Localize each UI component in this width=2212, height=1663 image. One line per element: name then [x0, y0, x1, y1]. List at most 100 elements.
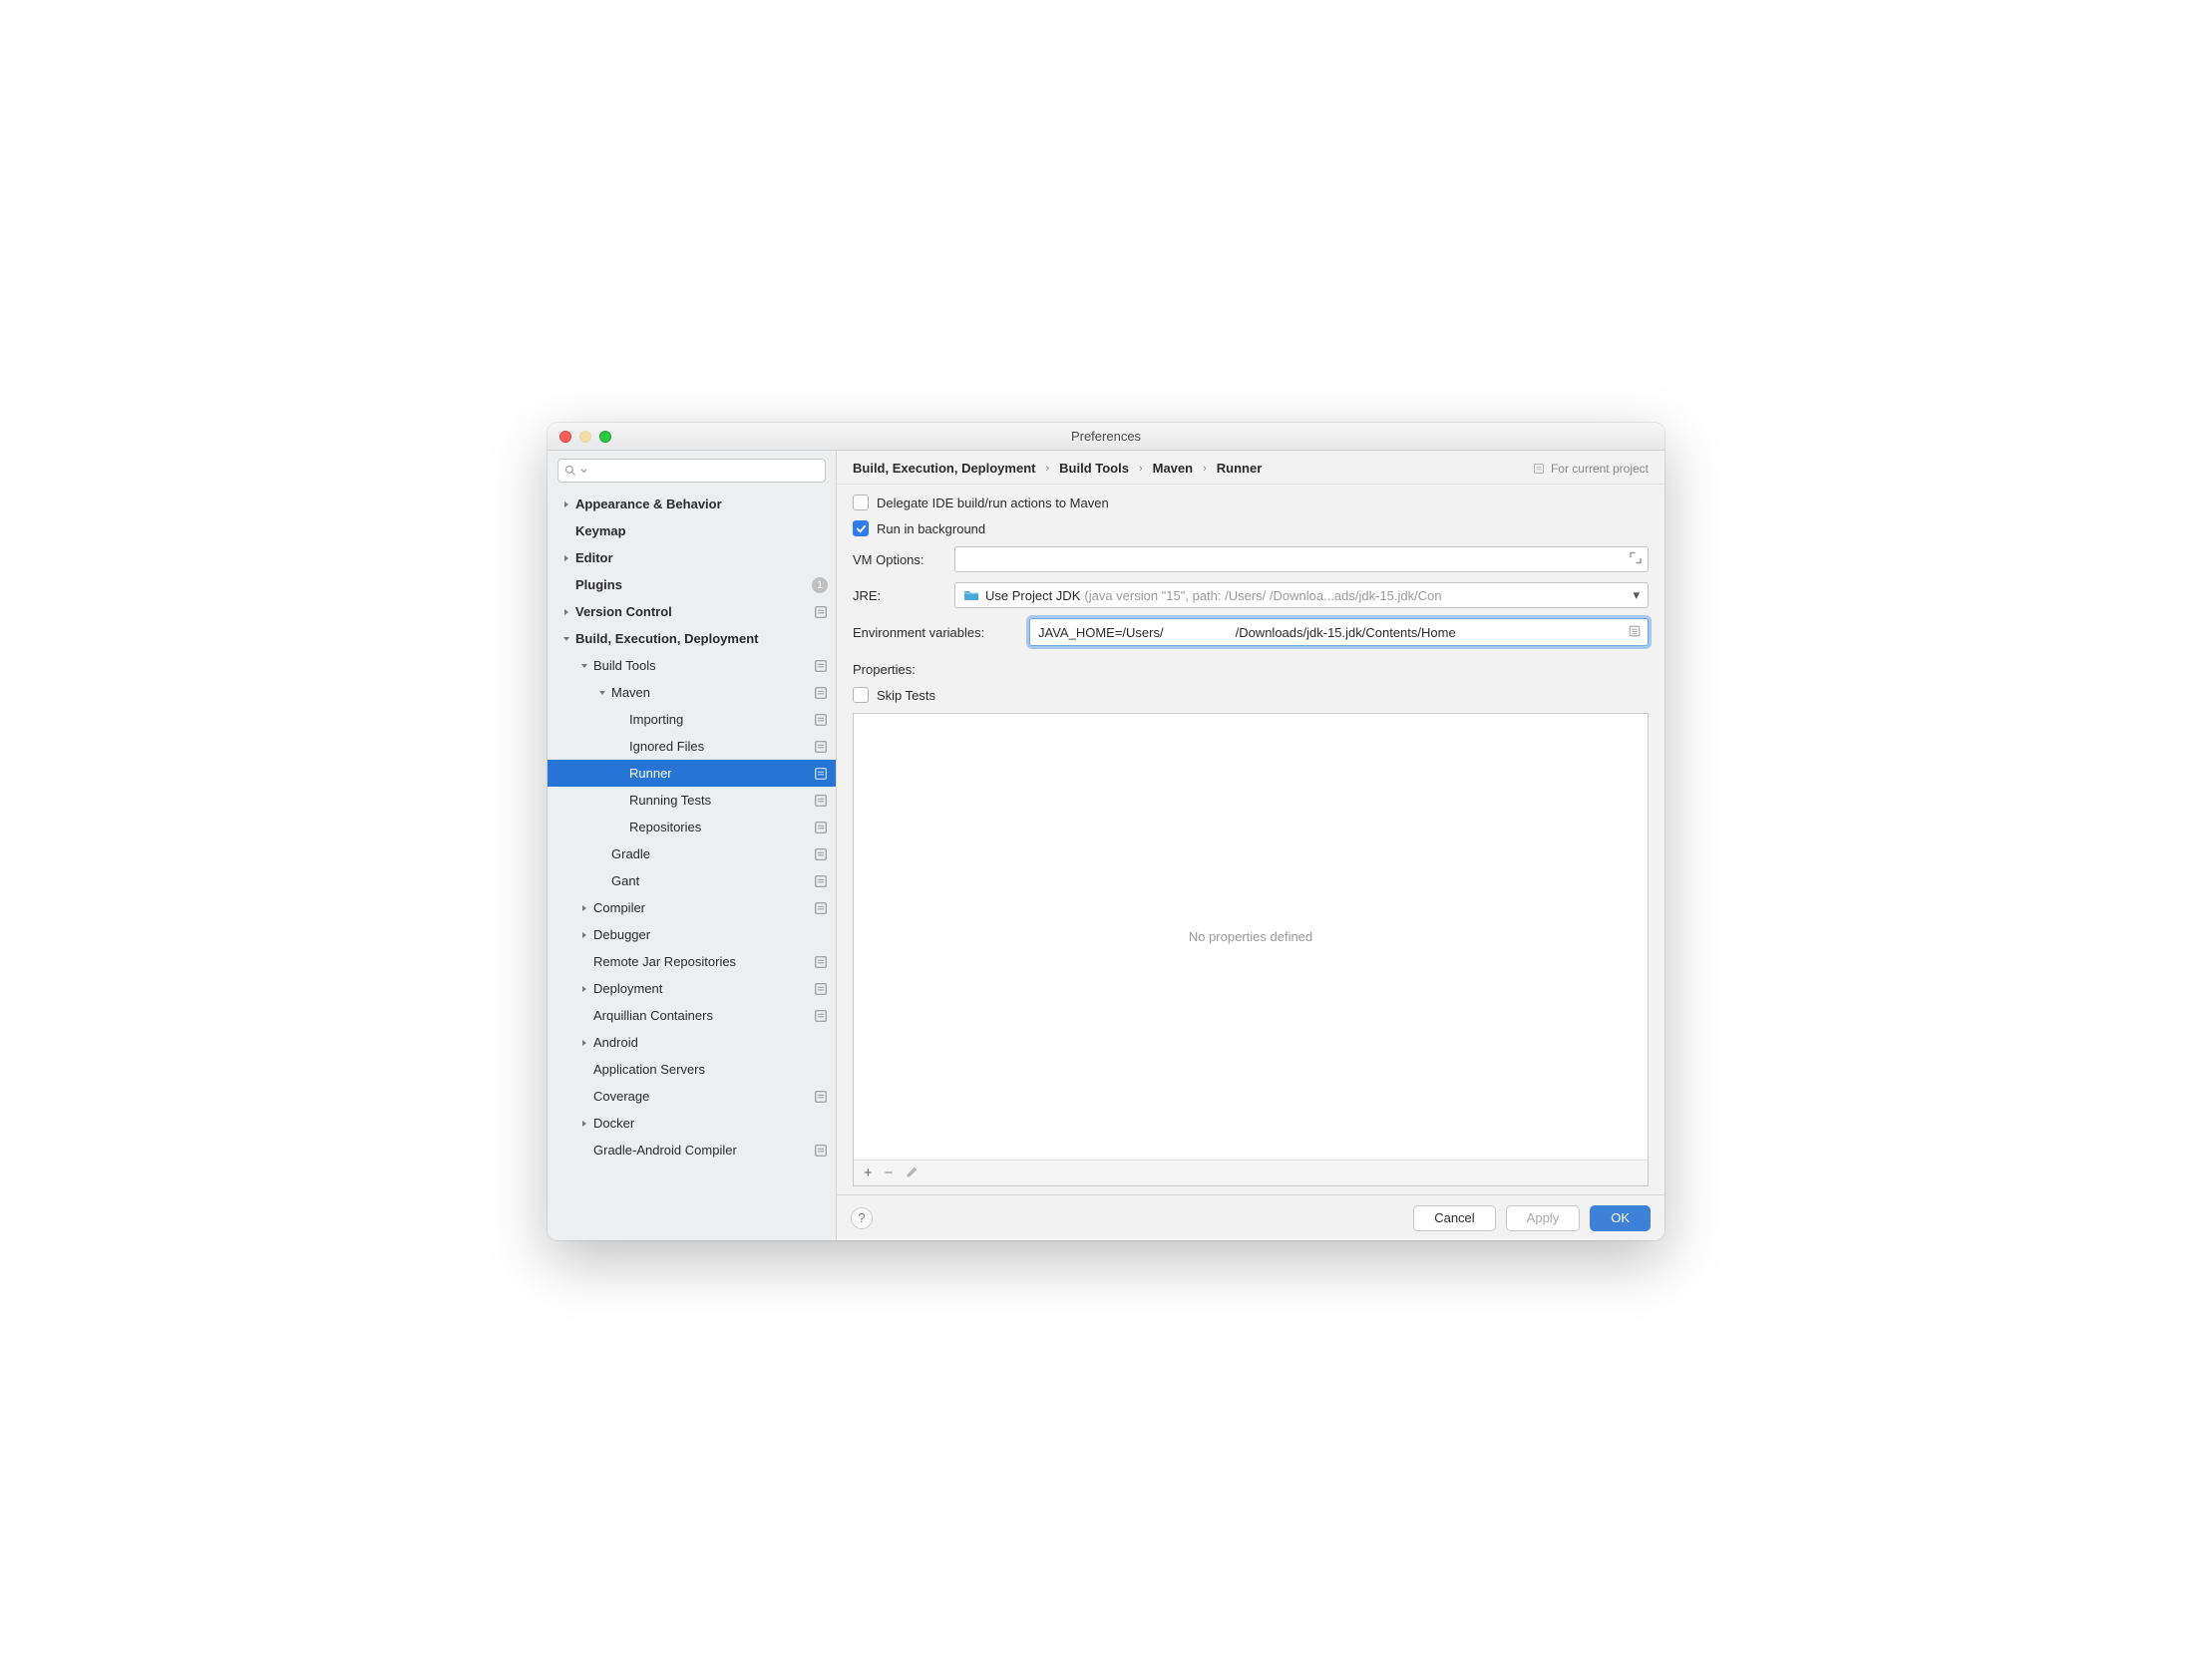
breadcrumb-part[interactable]: Build, Execution, Deployment	[853, 461, 1035, 476]
tree-item-label: Remote Jar Repositories	[593, 954, 810, 969]
breadcrumb-part[interactable]: Runner	[1217, 461, 1263, 476]
tree-item[interactable]: Gradle-Android Compiler	[548, 1137, 836, 1164]
tree-item-label: Compiler	[593, 900, 810, 915]
tree-item[interactable]: Coverage	[548, 1083, 836, 1110]
skip-tests-checkbox[interactable]	[853, 687, 869, 703]
tree-item[interactable]: Android	[548, 1029, 836, 1056]
window-title: Preferences	[548, 429, 1664, 444]
tree-item[interactable]: Running Tests	[548, 787, 836, 814]
tree-item-label: Deployment	[593, 981, 810, 996]
tree-item-label: Build, Execution, Deployment	[575, 631, 828, 646]
jre-dropdown[interactable]: Use Project JDK (java version "15", path…	[954, 582, 1649, 608]
tree-item[interactable]: Editor	[548, 544, 836, 571]
list-icon[interactable]	[1628, 624, 1642, 641]
chevron-right-icon[interactable]	[561, 554, 571, 562]
add-button[interactable]: +	[864, 1164, 873, 1181]
breadcrumb-part[interactable]: Maven	[1153, 461, 1193, 476]
tree-item[interactable]: Application Servers	[548, 1056, 836, 1083]
folder-icon	[963, 587, 979, 603]
search-input[interactable]	[557, 459, 826, 483]
sidebar: Appearance & BehaviorKeymapEditorPlugins…	[548, 451, 837, 1240]
tree-item[interactable]: Runner	[548, 760, 836, 787]
help-button[interactable]: ?	[851, 1207, 873, 1229]
redacted-text	[1164, 625, 1236, 639]
properties-toolbar: + −	[854, 1160, 1648, 1185]
tree-item[interactable]: Ignored Files	[548, 733, 836, 760]
tree-item[interactable]: Version Control	[548, 598, 836, 625]
tree-item[interactable]: Arquillian Containers	[548, 1002, 836, 1029]
chevron-down-icon[interactable]	[561, 635, 571, 643]
delegate-checkbox-row[interactable]: Delegate IDE build/run actions to Maven	[853, 495, 1649, 510]
tree-item[interactable]: Debugger	[548, 921, 836, 948]
vm-options-label: VM Options:	[853, 552, 942, 567]
tree-item[interactable]: Build Tools	[548, 652, 836, 679]
expand-icon[interactable]	[1630, 552, 1642, 567]
titlebar: Preferences	[548, 423, 1664, 451]
tree-item[interactable]: Deployment	[548, 975, 836, 1002]
tree-item-label: Keymap	[575, 523, 828, 538]
tree-item-label: Importing	[629, 712, 810, 727]
tree-item[interactable]: Repositories	[548, 814, 836, 840]
update-badge: 1	[812, 577, 828, 593]
chevron-right-icon[interactable]	[579, 904, 589, 912]
tree-item[interactable]: Gradle	[548, 840, 836, 867]
tree-item-label: Docker	[593, 1116, 828, 1131]
tree-item-label: Arquillian Containers	[593, 1008, 810, 1023]
env-vars-field[interactable]: JAVA_HOME=/Users/ /Downloads/jdk-15.jdk/…	[1029, 618, 1649, 646]
skip-tests-row[interactable]: Skip Tests	[853, 687, 1649, 703]
apply-button[interactable]: Apply	[1506, 1205, 1581, 1231]
edit-button[interactable]	[906, 1165, 919, 1181]
chevron-down-icon	[580, 468, 587, 475]
tree-item[interactable]: Remote Jar Repositories	[548, 948, 836, 975]
run-background-checkbox-row[interactable]: Run in background	[853, 520, 1649, 536]
ok-button[interactable]: OK	[1590, 1205, 1651, 1231]
tree-item[interactable]: Build, Execution, Deployment	[548, 625, 836, 652]
tree-item-label: Ignored Files	[629, 739, 810, 754]
breadcrumb: Build, Execution, Deployment › Build Too…	[837, 451, 1664, 485]
tree-item[interactable]: Keymap	[548, 517, 836, 544]
chevron-right-icon: ›	[1139, 463, 1143, 475]
tree-item-label: Coverage	[593, 1089, 810, 1104]
cancel-button[interactable]: Cancel	[1413, 1205, 1495, 1231]
tree-item-label: Appearance & Behavior	[575, 497, 828, 511]
main-panel: Build, Execution, Deployment › Build Too…	[837, 451, 1664, 1240]
chevron-right-icon: ›	[1203, 463, 1207, 475]
tree-item-label: Gradle	[611, 846, 810, 861]
run-background-label: Run in background	[877, 521, 985, 536]
chevron-right-icon[interactable]	[579, 931, 589, 939]
delegate-label: Delegate IDE build/run actions to Maven	[877, 496, 1109, 510]
tree-item[interactable]: Docker	[548, 1110, 836, 1137]
tree-item-label: Plugins	[575, 577, 808, 592]
chevron-down-icon[interactable]	[579, 662, 589, 670]
delegate-checkbox[interactable]	[853, 495, 869, 510]
jre-row: JRE: Use Project JDK (java version "15",…	[853, 582, 1649, 608]
chevron-right-icon[interactable]	[579, 1039, 589, 1047]
chevron-right-icon[interactable]	[579, 1120, 589, 1128]
properties-table[interactable]: No properties defined + −	[853, 713, 1649, 1186]
tree-item-label: Android	[593, 1035, 828, 1050]
chevron-right-icon[interactable]	[561, 500, 571, 508]
jre-label: JRE:	[853, 588, 942, 603]
tree-item-label: Version Control	[575, 604, 810, 619]
vm-options-row: VM Options:	[853, 546, 1649, 572]
skip-tests-label: Skip Tests	[877, 688, 935, 703]
tree-item-label: Debugger	[593, 927, 828, 942]
env-vars-label: Environment variables:	[853, 625, 1017, 640]
chevron-right-icon[interactable]	[579, 985, 589, 993]
tree-item[interactable]: Compiler	[548, 894, 836, 921]
dialog-footer: ? Cancel Apply OK	[837, 1194, 1664, 1240]
tree-item[interactable]: Appearance & Behavior	[548, 491, 836, 517]
form-area: Delegate IDE build/run actions to Maven …	[837, 485, 1664, 1194]
settings-tree[interactable]: Appearance & BehaviorKeymapEditorPlugins…	[548, 491, 836, 1240]
chevron-down-icon[interactable]	[597, 689, 607, 697]
tree-item[interactable]: Maven	[548, 679, 836, 706]
tree-item[interactable]: Plugins 1	[548, 571, 836, 598]
vm-options-field[interactable]	[954, 546, 1649, 572]
chevron-right-icon[interactable]	[561, 608, 571, 616]
tree-item[interactable]: Importing	[548, 706, 836, 733]
breadcrumb-part[interactable]: Build Tools	[1059, 461, 1129, 476]
tree-item-label: Repositories	[629, 820, 810, 834]
tree-item[interactable]: Gant	[548, 867, 836, 894]
remove-button[interactable]: −	[885, 1164, 894, 1181]
run-background-checkbox[interactable]	[853, 520, 869, 536]
